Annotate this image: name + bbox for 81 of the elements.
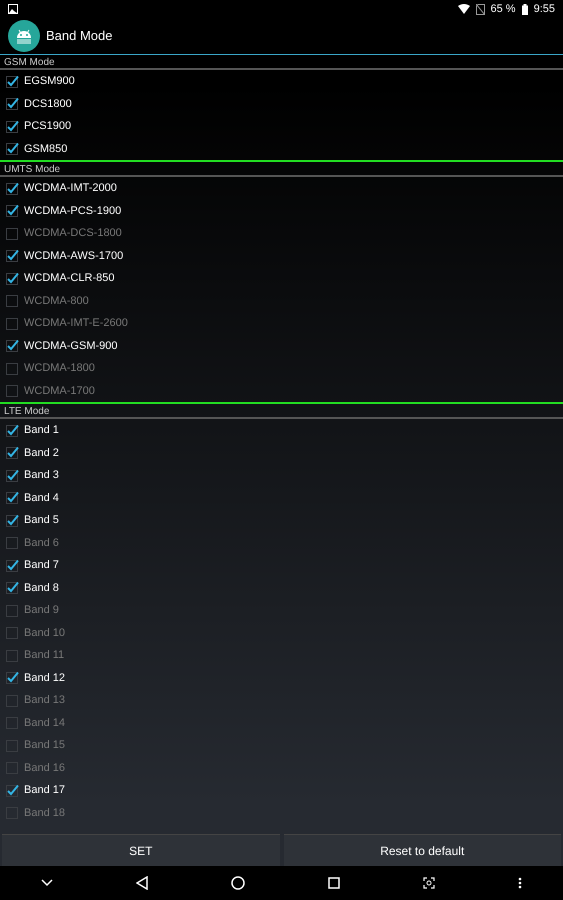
checkbox[interactable] [6, 694, 19, 707]
band-label: Band 17 [24, 783, 65, 798]
band-label: WCDMA-IMT-E-2600 [24, 316, 128, 331]
checkbox[interactable] [6, 74, 19, 88]
checkbox[interactable] [6, 446, 19, 460]
band-label: WCDMA-1700 [24, 384, 95, 398]
band-label: Band 18 [24, 806, 65, 820]
band-label: Band 1 [24, 423, 59, 438]
checkbox[interactable] [6, 604, 19, 617]
checkbox[interactable] [6, 648, 19, 662]
clock-text: 9:55 [534, 2, 555, 17]
band-label: Band 4 [24, 490, 59, 506]
checkbox[interactable] [6, 272, 19, 285]
band-label: WCDMA-IMT-2000 [24, 181, 117, 196]
checkbox[interactable] [6, 536, 19, 550]
checkbox[interactable] [6, 738, 19, 752]
checkbox[interactable] [6, 468, 19, 482]
menu-icon[interactable] [518, 877, 522, 889]
band-label: Band 5 [24, 513, 59, 528]
checkbox[interactable] [6, 204, 19, 218]
checkbox[interactable] [6, 362, 19, 375]
band-label: Band 13 [24, 693, 65, 708]
band-label: Band 14 [24, 716, 65, 730]
band-label: WCDMA-800 [24, 294, 89, 308]
band-label: Band 7 [24, 558, 59, 573]
app-title: Band Mode [46, 27, 112, 46]
chevron-down-icon[interactable] [41, 879, 54, 887]
band-label: EGSM900 [24, 74, 75, 89]
battery-text: 65 % [490, 2, 516, 17]
band-label: Band 16 [24, 760, 65, 776]
battery-icon [522, 4, 528, 14]
band-label: Band 15 [24, 738, 65, 753]
checkbox[interactable] [6, 120, 19, 133]
checkbox[interactable] [6, 424, 19, 437]
band-label: Band 10 [24, 626, 65, 640]
checkbox[interactable] [6, 142, 19, 156]
checkbox[interactable] [6, 784, 19, 797]
wifi-icon [458, 4, 470, 14]
band-label: Band 8 [24, 580, 59, 596]
screenshot-icon[interactable] [422, 877, 435, 889]
section-header: LTE Mode [0, 404, 563, 419]
band-label: Band 2 [24, 446, 59, 460]
band-label: WCDMA-AWS-1700 [24, 248, 124, 264]
home-icon[interactable] [231, 876, 246, 890]
checkbox[interactable] [6, 316, 19, 330]
checkbox[interactable] [6, 491, 19, 504]
checkbox[interactable] [6, 581, 19, 594]
band-label: Band 6 [24, 536, 59, 550]
checkbox[interactable] [6, 97, 19, 110]
checkbox[interactable] [6, 716, 19, 730]
action-button[interactable]: SET [2, 834, 280, 866]
section-header: GSM Mode [0, 55, 563, 70]
section-header: UMTS Mode [0, 162, 563, 177]
checkbox[interactable] [6, 558, 19, 572]
recents-icon[interactable] [328, 877, 340, 889]
no-sim-icon [476, 4, 484, 14]
app-icon [8, 20, 40, 52]
image-icon [8, 4, 18, 14]
band-label: WCDMA-DCS-1800 [24, 226, 122, 241]
checkbox[interactable] [6, 294, 19, 308]
checkbox[interactable] [6, 249, 19, 262]
checkbox[interactable] [6, 671, 19, 684]
checkbox[interactable] [6, 626, 19, 640]
band-label: GSM850 [24, 142, 68, 156]
band-label: Band 9 [24, 603, 59, 618]
checkbox[interactable] [6, 384, 19, 398]
band-label: DCS1800 [24, 96, 72, 112]
band-label: Band 12 [24, 670, 65, 686]
band-label: WCDMA-1800 [24, 361, 95, 376]
band-label: Band 11 [24, 648, 64, 663]
checkbox[interactable] [6, 514, 19, 527]
band-label: Band 3 [24, 468, 59, 483]
checkbox[interactable] [6, 226, 19, 240]
back-icon[interactable] [136, 876, 148, 890]
band-label: WCDMA-CLR-850 [24, 271, 114, 286]
band-label: WCDMA-PCS-1900 [24, 204, 122, 218]
checkbox[interactable] [6, 339, 19, 352]
action-button[interactable]: Reset to default [284, 834, 561, 866]
checkbox[interactable] [6, 182, 19, 195]
band-label: PCS1900 [24, 119, 72, 134]
band-label: WCDMA-GSM-900 [24, 338, 118, 354]
